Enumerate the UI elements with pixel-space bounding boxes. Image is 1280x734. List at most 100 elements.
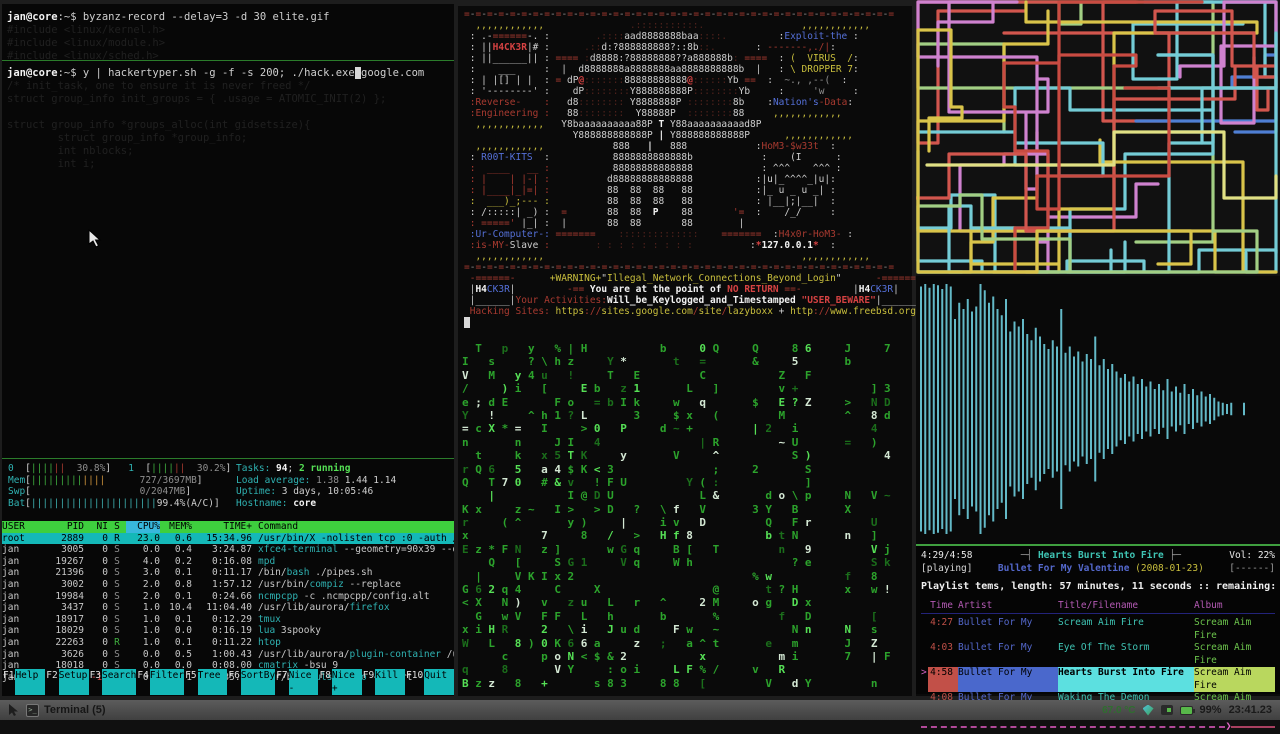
- fkey-F5[interactable]: F5: [184, 669, 197, 695]
- matrix-line: G62q4 C X @ t?H x w!: [462, 583, 910, 596]
- htop-col-time[interactable]: TIME+: [192, 521, 252, 533]
- fkey-label-F4[interactable]: Filter: [150, 669, 184, 695]
- fkey-label-F7[interactable]: Nice -: [289, 669, 319, 695]
- terminal-icon: >_: [26, 704, 39, 717]
- terminal-window-left[interactable]: jan@core:~$ byzanz-record --delay=3 -d 3…: [2, 4, 454, 696]
- htop-info: Tasks: 94; 2 runningLoad average: 1.38 1…: [236, 463, 396, 509]
- fkey-F4[interactable]: F4: [136, 669, 149, 695]
- htop-row[interactable]: jan192670S4.00.20:16.08mpd: [2, 556, 454, 568]
- progress-elapsed: [921, 726, 1225, 728]
- text-line: : | |[] | | : = dP@:::::::88888888888@::…: [464, 75, 906, 86]
- matrix-line: Y ! ^h1?L 3 $x ( M ^ 8d: [462, 409, 910, 422]
- track-elapsed-time: 4:29/4:58: [921, 549, 972, 562]
- text-line: Tasks: 94; 2 running: [236, 463, 396, 475]
- fkey-label-F5[interactable]: Tree: [198, 669, 228, 695]
- col-time: Time: [928, 599, 958, 613]
- matrix-line: W L 8)0K66a z ; a^t e m J Z: [462, 637, 910, 650]
- htop-row[interactable]: jan30020S2.00.81:57.12/usr/bin/compiz --…: [2, 579, 454, 591]
- fkey-F3[interactable]: F3: [89, 669, 102, 695]
- volume-tray-icon[interactable]: [1161, 705, 1173, 715]
- text-line: |______|Your Activities:Will_be_Keylogge…: [464, 295, 906, 306]
- fkey-F6[interactable]: F6: [227, 669, 240, 695]
- cmatrix-pane[interactable]: T p y %|H b 0Q Q 86 J 7 I s ?\hz Y* t = …: [458, 338, 912, 694]
- gem-tray-icon[interactable]: [1143, 705, 1154, 716]
- fkey-label-F10[interactable]: Quit: [424, 669, 454, 695]
- matrix-line: Kx z~ I> >D ? \f V 3Y B X: [462, 503, 910, 516]
- text-line: #include <linux/module.h>: [7, 37, 449, 50]
- playlist-row[interactable]: 4:27Bullet For MyScream Aim FireScream A…: [921, 617, 1275, 642]
- htop-row[interactable]: jan222630R1.00.10:11.22htop: [2, 637, 454, 649]
- battery-icon[interactable]: [1180, 706, 1193, 715]
- track-progress-bar[interactable]: ❯: [921, 720, 1275, 734]
- htop-row[interactable]: jan180290S1.00.00:16.19lua 3spooky: [2, 625, 454, 637]
- matrix-line: xiHR 2 \i Jud Fw ~ Nn N s: [462, 623, 910, 636]
- pipes-screensaver-pane[interactable]: [916, 0, 1280, 276]
- text-line: :is-MY-Slave : : : : : : : : : : :*127.0…: [464, 240, 906, 251]
- htop-col-pid[interactable]: PID: [38, 521, 84, 533]
- terminal-pane-record[interactable]: jan@core:~$ byzanz-record --delay=3 -d 3…: [2, 4, 454, 61]
- playlist-row[interactable]: >4:58Bullet For MyHearts Burst Into Fire…: [921, 667, 1275, 692]
- htop-row[interactable]: jan30050S0.00.43:24.87xfce4-terminal --g…: [2, 544, 454, 556]
- matrix-line: e;dE Fo =bIk w q $ E?Z > ND: [462, 396, 910, 409]
- cpu-temperature: 67.0 °C: [1102, 705, 1135, 716]
- htop-header-row[interactable]: USERPIDNISCPU%MEM%TIME+Command: [2, 521, 454, 533]
- fkey-label-F1[interactable]: Help: [15, 669, 45, 695]
- htop-row[interactable]: jan199840S2.00.10:24.66ncmpcpp -c .ncmpc…: [2, 591, 454, 603]
- fkey-F9[interactable]: F9: [362, 669, 375, 695]
- text-line: : ||______|| : ==== :d8888:?88888888??a8…: [464, 53, 906, 64]
- htop-row[interactable]: jan36260S0.00.51:00.43/usr/lib/aurora/pl…: [2, 649, 454, 661]
- fkey-label-F6[interactable]: SortBy: [241, 669, 275, 695]
- htop-col-ni[interactable]: NI: [84, 521, 108, 533]
- text-line: #include <linux/kernel.h>: [7, 24, 449, 37]
- fkey-label-F2[interactable]: Setup: [59, 669, 89, 695]
- ncmpcpp-player-pane[interactable]: 4:29/4:58 ─┤ Hearts Burst Into Fire ├─ V…: [916, 546, 1280, 694]
- fkey-label-F3[interactable]: Search: [102, 669, 136, 695]
- htop-row[interactable]: jan34370S1.010.411:04.40/usr/lib/aurora/…: [2, 602, 454, 614]
- text-line: : ___)_;--- : 88 88 88 88 : |__|;|__| :: [464, 196, 906, 207]
- text-line: -======- +WARNING+"Illegal_Network_Conne…: [464, 273, 906, 284]
- terminal-window-middle[interactable]: =-=-=-=-=-=-=-=-=-=-=-=-=-=-=-=-=-=-=-=-…: [458, 6, 912, 696]
- fkey-F8[interactable]: F8: [318, 669, 331, 695]
- matrix-line: Q [ SG1 Vq Wh ?e Sk: [462, 556, 910, 569]
- htop-col-command[interactable]: Command: [252, 521, 454, 533]
- text-line: Mem[||||||||||||| 727/3697MB]: [8, 475, 231, 487]
- matrix-line: Q T70 #&v !FU Y(: ]: [462, 476, 910, 489]
- htop-col-s[interactable]: S: [108, 521, 126, 533]
- matrix-line: <X N) v zu L r ^ 2M og Dx: [462, 596, 910, 609]
- matrix-line: r (^ y) | iv D Q Fr U: [462, 516, 910, 529]
- htop-row[interactable]: jan213960S3.00.10:11.17/bin/bash ./pipes…: [2, 567, 454, 579]
- htop-table: USERPIDNISCPU%MEM%TIME+Command root28890…: [2, 521, 454, 683]
- terminal-window-right[interactable]: 4:29/4:58 ─┤ Hearts Burst Into Fire ├─ V…: [916, 0, 1280, 696]
- player-state: [playing]: [921, 562, 972, 575]
- fkey-label-F8[interactable]: Nice +: [332, 669, 362, 695]
- htop-pane[interactable]: 0 [|||||| 30.8%] 1 [|||||| 30.2%]Mem[|||…: [2, 458, 454, 696]
- text-line: : ___ : | d8888888a8888888aa8888888888b …: [464, 64, 906, 75]
- htop-row[interactable]: jan189170S1.00.10:12.29tmux: [2, 614, 454, 626]
- terminal-pane-hackertyper[interactable]: jan@core:~$ y | hackertyper.sh -g -f -s …: [2, 61, 454, 458]
- fkey-F1[interactable]: F1: [2, 669, 15, 695]
- matrix-line: | VKIx2 %w f 8: [462, 570, 910, 583]
- hacker-ascii-art-pane[interactable]: =-=-=-=-=-=-=-=-=-=-=-=-=-=-=-=-=-=-=-=-…: [458, 6, 912, 338]
- matrix-line: rQ6 5 a4$K<3 ; 2 S: [462, 463, 910, 476]
- art-border: =-=-=-=-=-=-=-=-=-=-=-=-=-=-=-=-=-=-=-=-…: [464, 262, 906, 273]
- htop-col-user[interactable]: USER: [2, 521, 38, 533]
- playlist-row[interactable]: 4:03Bullet For MyEye Of The StormScream …: [921, 642, 1275, 667]
- htop-col-mem[interactable]: MEM%: [160, 521, 192, 533]
- fkey-F7[interactable]: F7: [275, 669, 288, 695]
- htop-row[interactable]: root28890R23.00.615:34.96/usr/bin/X -nol…: [2, 533, 454, 545]
- text-line: ,,,,,,,,,,,, 888 | 888 :HoM3-$w33t :: [464, 141, 906, 152]
- taskbar-terminal-button[interactable]: >_ Terminal (5): [26, 704, 106, 717]
- fkey-F2[interactable]: F2: [45, 669, 58, 695]
- text-line: |H4CK3R| -== You are at the point of NO …: [464, 284, 906, 295]
- text-line: [7, 106, 449, 119]
- text-line: struct group_info init_groups = { .usage…: [7, 93, 449, 106]
- text-line: jan@core:~$ y | hackertyper.sh -g -f -s …: [7, 67, 449, 80]
- audio-visualizer-pane[interactable]: [916, 276, 1280, 546]
- fkey-label-F9[interactable]: Kill: [375, 669, 405, 695]
- htop-col-cpu[interactable]: CPU%: [126, 521, 160, 533]
- battery-percentage: 99%: [1200, 704, 1222, 716]
- text-line: :Ur-Computer-: ======= :::::::::::::: ==…: [464, 229, 906, 240]
- text-line: int i;: [7, 158, 449, 171]
- pointer-menu-icon[interactable]: [6, 703, 20, 717]
- fkey-F10[interactable]: F10: [405, 669, 424, 695]
